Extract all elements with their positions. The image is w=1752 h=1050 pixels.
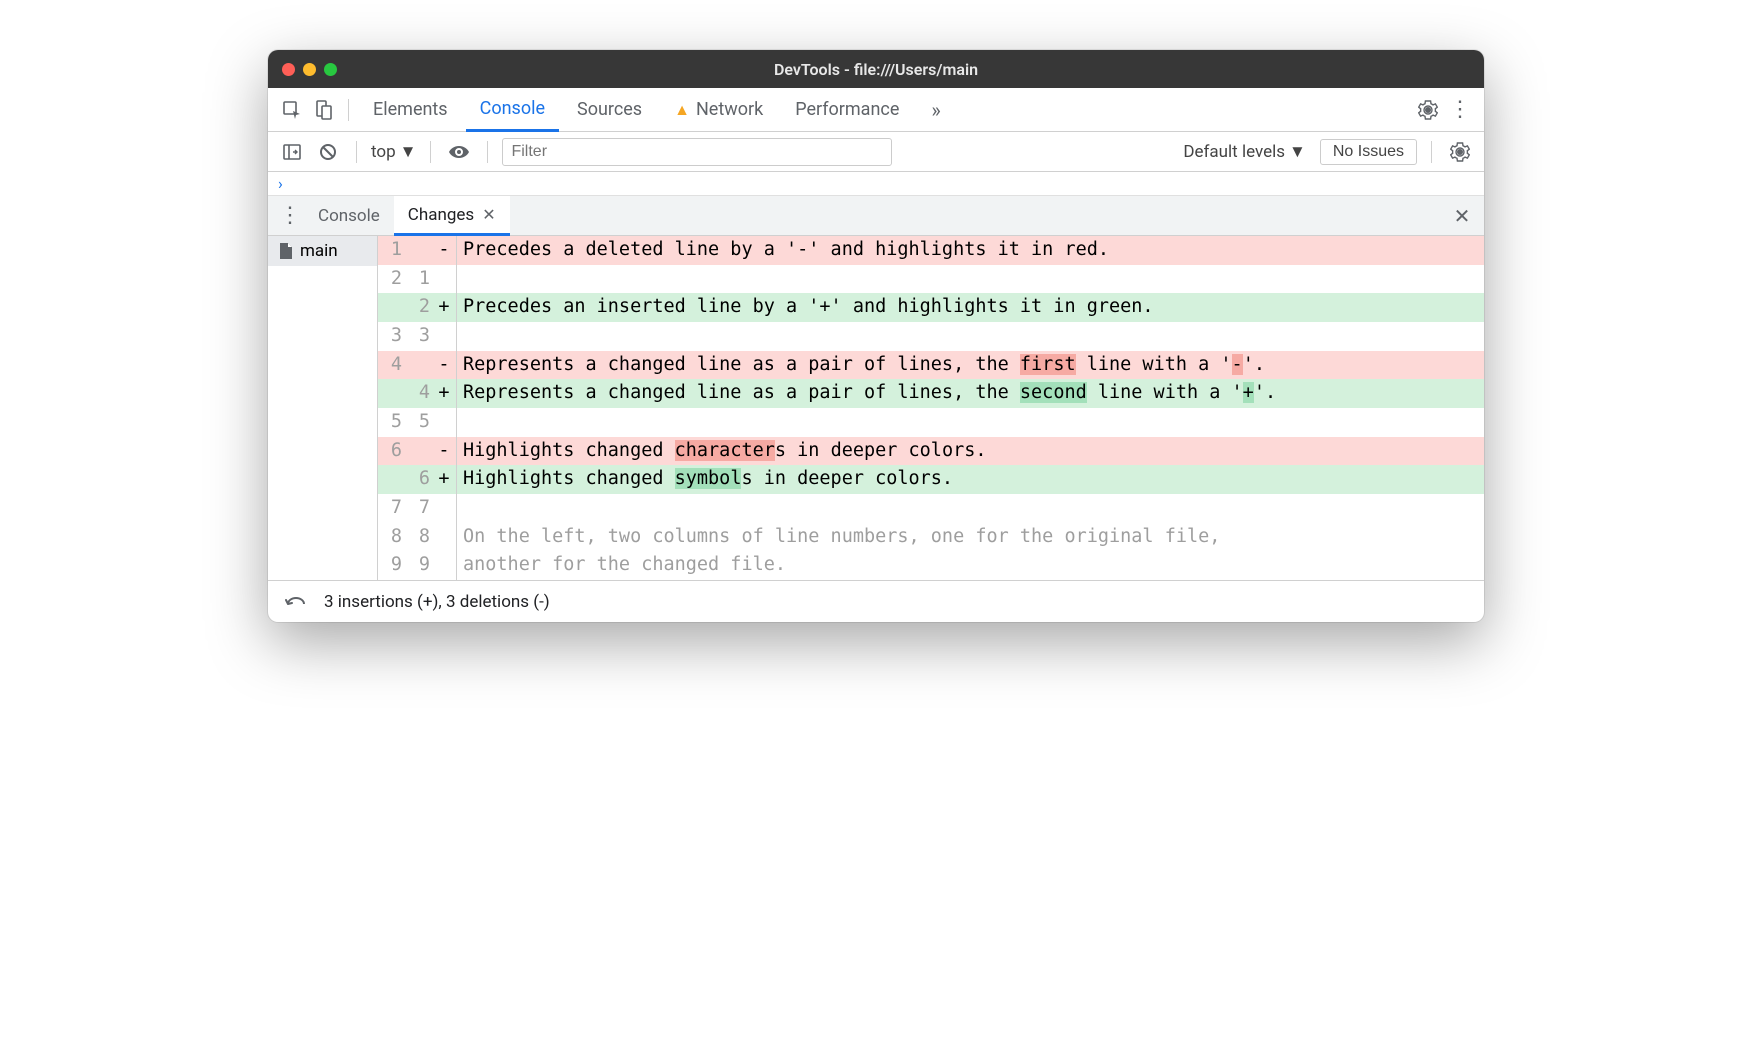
tab-label: Sources: [577, 99, 642, 120]
diff-line: 6-Highlights changed characters in deepe…: [378, 437, 1484, 466]
chevron-down-icon: ▼: [1289, 142, 1306, 162]
diff-line: 88 On the left, two columns of line numb…: [378, 523, 1484, 552]
close-drawer-icon[interactable]: ✕: [1448, 202, 1476, 230]
chevron-down-icon: ▼: [400, 142, 417, 162]
diff-line: 6+Highlights changed symbols in deeper c…: [378, 465, 1484, 494]
changes-summary: 3 insertions (+), 3 deletions (-): [324, 592, 550, 612]
inspect-element-icon[interactable]: [278, 96, 306, 124]
log-levels-selector[interactable]: Default levels ▼: [1177, 142, 1312, 162]
file-icon: [278, 242, 294, 260]
main-toolbar: Elements Console Sources ▲ Network Perfo…: [268, 88, 1484, 132]
diff-line: 55: [378, 408, 1484, 437]
tab-sources[interactable]: Sources: [563, 88, 656, 132]
diff-line: 2+Precedes an inserted line by a '+' and…: [378, 293, 1484, 322]
close-tab-icon[interactable]: ✕: [482, 205, 495, 224]
file-name: main: [300, 241, 338, 261]
console-settings-icon[interactable]: [1446, 138, 1474, 166]
diff-line: 1-Precedes a deleted line by a '-' and h…: [378, 236, 1484, 265]
kebab-menu-icon[interactable]: ⋮: [1446, 96, 1474, 124]
revert-icon[interactable]: [282, 588, 310, 616]
diff-viewer[interactable]: 1-Precedes a deleted line by a '-' and h…: [378, 236, 1484, 580]
close-window-button[interactable]: [282, 63, 295, 76]
drawer-tabs: ⋮ Console Changes ✕ ✕: [268, 196, 1484, 236]
separator: [348, 99, 349, 121]
tab-label: Console: [480, 98, 545, 119]
drawer-kebab-icon[interactable]: ⋮: [276, 202, 304, 230]
diff-line: 21: [378, 265, 1484, 294]
file-list: main: [268, 236, 378, 580]
tab-performance[interactable]: Performance: [781, 88, 913, 132]
live-expression-icon[interactable]: [445, 138, 473, 166]
diff-line: 77: [378, 494, 1484, 523]
console-toolbar: top ▼ Default levels ▼ No Issues: [268, 132, 1484, 172]
console-prompt[interactable]: ›: [268, 172, 1484, 196]
drawer-tab-console[interactable]: Console: [304, 196, 394, 236]
tab-console[interactable]: Console: [466, 88, 559, 132]
chevron-right-icon: ›: [278, 174, 283, 193]
tab-label: Changes: [408, 205, 474, 225]
minimize-window-button[interactable]: [303, 63, 316, 76]
diff-line: 4+Represents a changed line as a pair of…: [378, 379, 1484, 408]
file-item-main[interactable]: main: [268, 236, 377, 266]
toggle-sidebar-icon[interactable]: [278, 138, 306, 166]
levels-label: Default levels: [1183, 142, 1285, 162]
drawer-tab-changes[interactable]: Changes ✕: [394, 196, 510, 236]
issues-button[interactable]: No Issues: [1320, 139, 1417, 165]
tab-label: Console: [318, 206, 380, 226]
window-controls: [282, 63, 337, 76]
diff-line: 4-Represents a changed line as a pair of…: [378, 351, 1484, 380]
context-selector[interactable]: top ▼: [371, 142, 416, 162]
window-title: DevTools - file:///Users/main: [268, 60, 1484, 79]
titlebar: DevTools - file:///Users/main: [268, 50, 1484, 88]
separator: [430, 141, 431, 163]
settings-icon[interactable]: [1414, 96, 1442, 124]
tab-label: Performance: [795, 99, 899, 120]
clear-console-icon[interactable]: [314, 138, 342, 166]
tab-label: Elements: [373, 99, 448, 120]
diff-line: 33: [378, 322, 1484, 351]
separator: [356, 141, 357, 163]
devtools-window: DevTools - file:///Users/main Elements C…: [268, 50, 1484, 622]
separator: [1431, 141, 1432, 163]
changes-body: main 1-Precedes a deleted line by a '-' …: [268, 236, 1484, 580]
tab-network[interactable]: ▲ Network: [660, 88, 777, 132]
filter-input[interactable]: [502, 138, 892, 166]
context-label: top: [371, 142, 396, 162]
diff-line: 99 another for the changed file.: [378, 551, 1484, 580]
changes-footer: 3 insertions (+), 3 deletions (-): [268, 580, 1484, 622]
tab-elements[interactable]: Elements: [359, 88, 462, 132]
device-toolbar-icon[interactable]: [310, 96, 338, 124]
more-tabs-button[interactable]: »: [917, 88, 954, 132]
warning-icon: ▲: [674, 100, 690, 120]
separator: [487, 141, 488, 163]
zoom-window-button[interactable]: [324, 63, 337, 76]
tab-label: Network: [696, 99, 763, 120]
